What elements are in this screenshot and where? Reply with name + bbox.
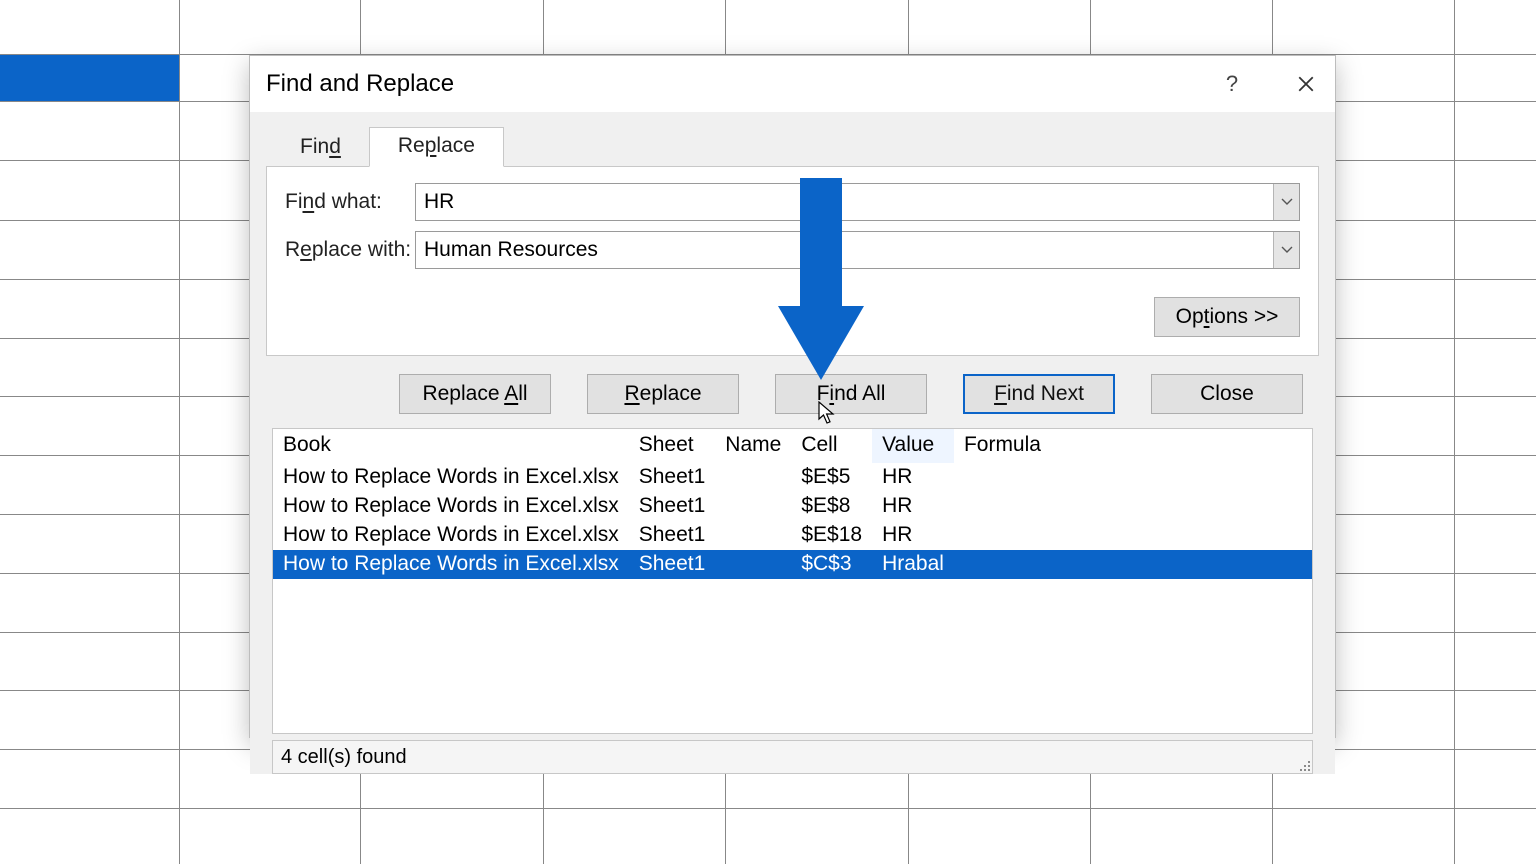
options-button[interactable]: Options >> [1154, 297, 1300, 337]
replace-with-combo [415, 231, 1300, 269]
find-all-button[interactable]: Find All [775, 374, 927, 414]
row-header-column [0, 0, 179, 864]
gridline-row [0, 808, 1536, 809]
results-cell-book: How to Replace Words in Excel.xlsx [273, 463, 629, 492]
find-what-input[interactable] [416, 186, 1273, 218]
selected-cell-highlight [0, 54, 179, 101]
results-cell-value: HR [872, 463, 954, 492]
results-row[interactable]: How to Replace Words in Excel.xlsxSheet1… [273, 492, 1312, 521]
results-cell-name [715, 492, 791, 521]
replace-button[interactable]: Replace [587, 374, 739, 414]
find-what-label: Find what: [285, 190, 403, 214]
gridline-col [1454, 0, 1455, 864]
results-cell-cell: $C$3 [791, 550, 872, 579]
replace-with-label: Replace with: [285, 238, 403, 262]
help-button[interactable]: ? [1217, 69, 1247, 99]
gridline-col [179, 0, 180, 864]
find-what-dropdown[interactable] [1273, 184, 1299, 220]
results-cell-cell: $E$5 [791, 463, 872, 492]
col-header-book[interactable]: Book [273, 429, 629, 463]
annotation-arrow-down-icon [800, 178, 842, 378]
results-row[interactable]: How to Replace Words in Excel.xlsxSheet1… [273, 550, 1312, 579]
col-header-formula[interactable]: Formula [954, 429, 1312, 463]
results-cell-name [715, 521, 791, 550]
find-next-button[interactable]: Find Next [963, 374, 1115, 414]
results-cell-sheet: Sheet1 [629, 492, 716, 521]
results-cell-value: HR [872, 492, 954, 521]
results-cell-formula [954, 521, 1312, 550]
replace-with-dropdown[interactable] [1273, 232, 1299, 268]
tab-replace[interactable]: Replace [369, 127, 504, 167]
results-cell-name [715, 550, 791, 579]
close-icon[interactable] [1291, 69, 1321, 99]
results-cell-cell: $E$8 [791, 492, 872, 521]
status-text: 4 cell(s) found [281, 746, 407, 769]
results-cell-formula [954, 492, 1312, 521]
find-what-combo [415, 183, 1300, 221]
replace-with-input[interactable] [416, 234, 1273, 266]
close-button[interactable]: Close [1151, 374, 1303, 414]
results-list[interactable]: Book Sheet Name Cell Value Formula How t… [272, 428, 1313, 734]
results-cell-formula [954, 550, 1312, 579]
status-bar: 4 cell(s) found [272, 740, 1313, 774]
results-cell-value: HR [872, 521, 954, 550]
results-cell-sheet: Sheet1 [629, 550, 716, 579]
col-header-sheet[interactable]: Sheet [629, 429, 716, 463]
mouse-cursor-icon [818, 401, 836, 425]
col-header-name[interactable]: Name [715, 429, 791, 463]
col-header-value[interactable]: Value [872, 429, 954, 463]
tab-find[interactable]: Find [272, 129, 369, 167]
col-header-cell[interactable]: Cell [791, 429, 872, 463]
results-cell-cell: $E$18 [791, 521, 872, 550]
tab-strip: Find Replace [272, 122, 1319, 167]
find-replace-dialog: Find and Replace ? Find Replace Find wha… [249, 55, 1336, 738]
dialog-titlebar: Find and Replace ? [250, 56, 1335, 112]
results-cell-sheet: Sheet1 [629, 521, 716, 550]
results-cell-name [715, 463, 791, 492]
replace-all-button[interactable]: Replace All [399, 374, 551, 414]
resize-grip-icon[interactable] [1296, 757, 1310, 771]
results-cell-book: How to Replace Words in Excel.xlsx [273, 550, 629, 579]
results-cell-sheet: Sheet1 [629, 463, 716, 492]
results-row[interactable]: How to Replace Words in Excel.xlsxSheet1… [273, 463, 1312, 492]
results-cell-formula [954, 463, 1312, 492]
results-cell-book: How to Replace Words in Excel.xlsx [273, 521, 629, 550]
dialog-title: Find and Replace [266, 70, 454, 98]
results-cell-value: Hrabal [872, 550, 954, 579]
results-header-row: Book Sheet Name Cell Value Formula [273, 429, 1312, 463]
results-cell-book: How to Replace Words in Excel.xlsx [273, 492, 629, 521]
results-row[interactable]: How to Replace Words in Excel.xlsxSheet1… [273, 521, 1312, 550]
